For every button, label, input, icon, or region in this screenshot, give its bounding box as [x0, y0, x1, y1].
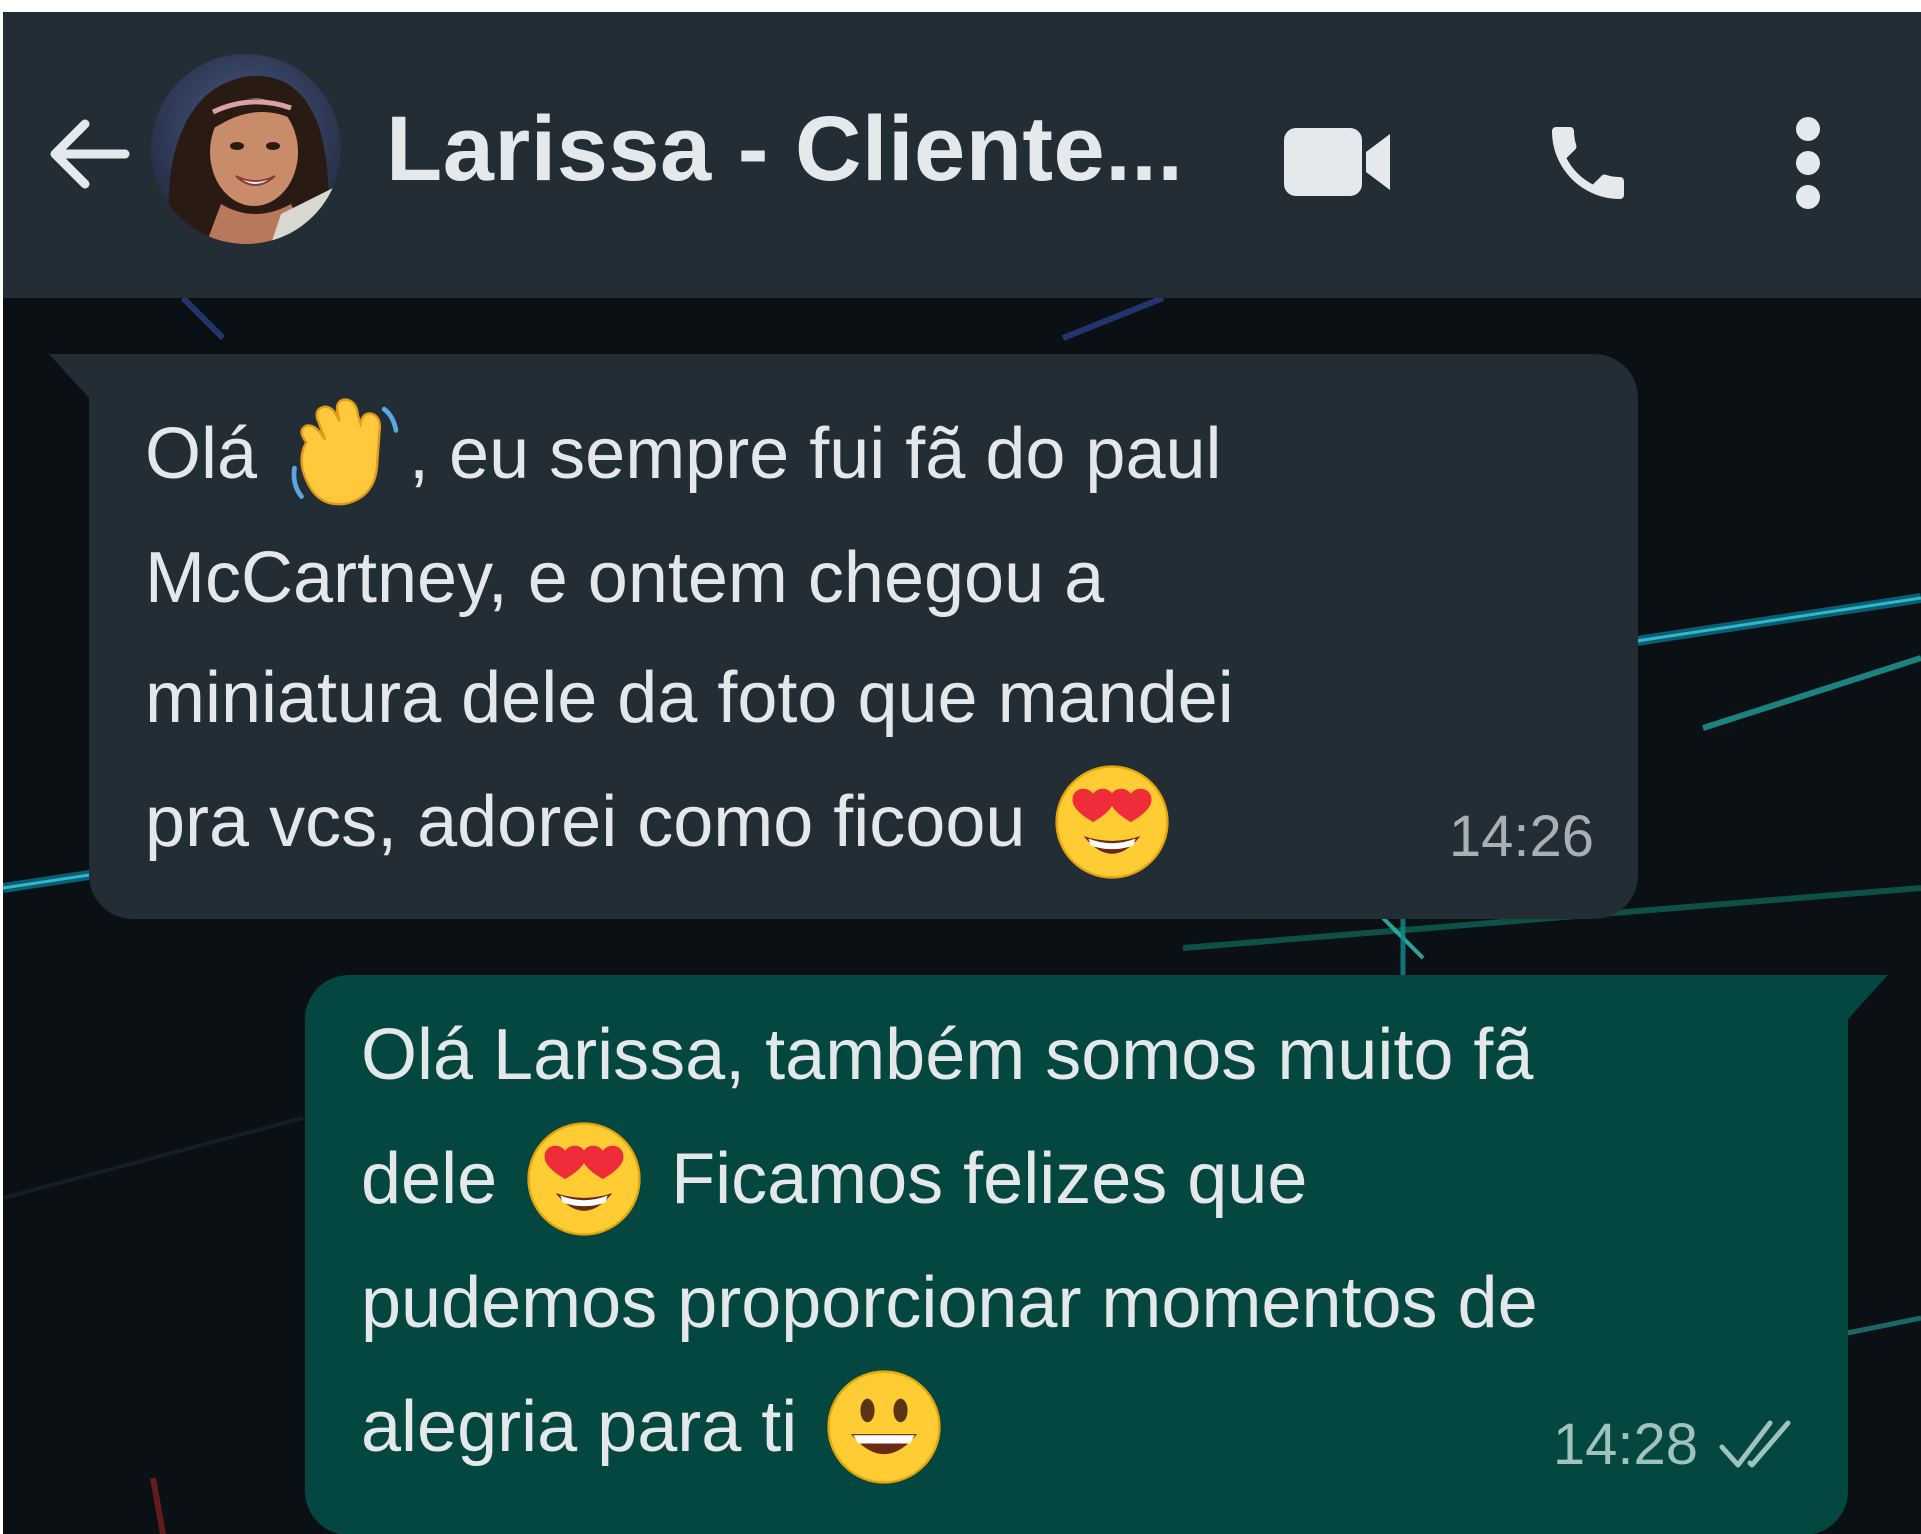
waving-hand-emoji-icon [291, 398, 399, 506]
more-options-button[interactable] [1773, 108, 1843, 218]
message-text: dele [361, 1139, 498, 1219]
message-text: alegria para ti [361, 1387, 798, 1467]
message-line: pudemos proporcionar momentos de [361, 1243, 1788, 1363]
message-text: Ficamos felizes que [671, 1139, 1308, 1219]
message-text: pra vcs, adorei como ficoou [145, 782, 1026, 862]
bubble-tail [1848, 975, 1888, 1019]
avatar[interactable] [151, 54, 341, 244]
message-bubble-incoming[interactable]: Olá , eu sempre fui fã do paul McCartney… [49, 354, 1638, 919]
message-line: Olá , eu sempre fui fã do paul [145, 390, 1578, 518]
message-time: 14:26 [1448, 804, 1594, 869]
arrow-left-icon [50, 119, 130, 189]
message-text: Olá Larissa, também somos muito fã [361, 1015, 1534, 1095]
heart-eyes-emoji-icon [1055, 765, 1170, 879]
chat-window: Larissa - Cliente... Olá , eu sempre fui… [3, 12, 1921, 1534]
message-line: dele Ficamos felizes que [361, 1115, 1788, 1243]
video-call-button[interactable] [1273, 112, 1403, 212]
chat-header: Larissa - Cliente... [3, 12, 1921, 298]
message-meta: 14:26 [1449, 777, 1594, 897]
message-line: miniatura dele da foto que mandei [145, 638, 1578, 758]
grinning-face-emoji-icon [827, 1370, 941, 1484]
message-text: miniatura dele da foto que mandei [145, 658, 1234, 738]
contact-name[interactable]: Larissa - Cliente... [386, 97, 1183, 202]
message-list[interactable]: Olá , eu sempre fui fã do paul McCartney… [3, 298, 1921, 1534]
double-check-icon [1719, 1420, 1791, 1468]
message-bubble-outgoing[interactable]: Olá Larissa, também somos muito fã dele … [305, 975, 1888, 1534]
message-text: Olá [145, 414, 258, 494]
contact-photo-image [151, 54, 341, 244]
message-time: 14:28 [1552, 1412, 1698, 1477]
message-meta: 14:28 [1553, 1385, 1804, 1505]
message-text: McCartney, e ontem chegou a [145, 538, 1105, 618]
message-text: pudemos proporcionar momentos de [361, 1263, 1538, 1343]
phone-icon [1552, 127, 1624, 199]
voice-call-button[interactable] [1533, 108, 1643, 218]
message-line: pra vcs, adorei como ficoou [145, 758, 1578, 886]
message-line: McCartney, e ontem chegou a [145, 518, 1578, 638]
message-line: Olá Larissa, também somos muito fã [361, 995, 1788, 1115]
bubble-tail [49, 354, 89, 398]
video-camera-icon [1284, 128, 1390, 196]
heart-eyes-emoji-icon [527, 1122, 641, 1236]
message-text: , eu sempre fui fã do paul [409, 414, 1222, 494]
more-vertical-icon [1796, 117, 1820, 209]
back-button[interactable] [43, 108, 135, 200]
